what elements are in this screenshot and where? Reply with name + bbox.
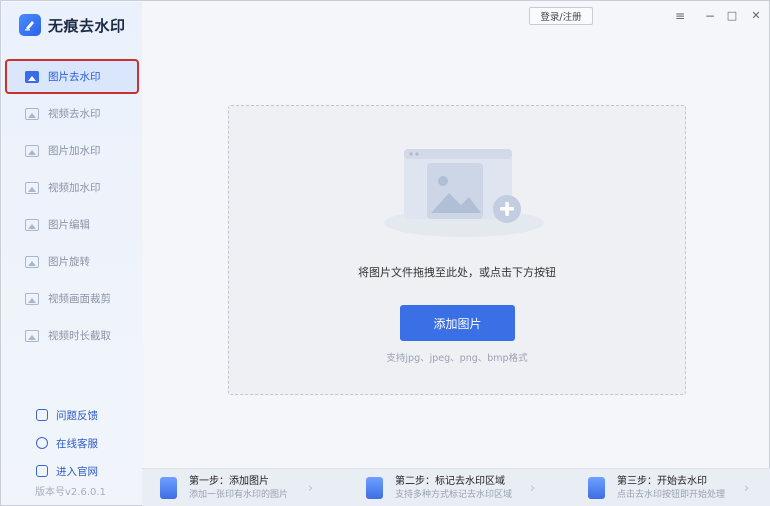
website-icon	[36, 465, 48, 477]
minimize-icon[interactable]: −	[702, 8, 718, 24]
step-title: 第一步：添加图片	[189, 476, 269, 487]
sidebar-item-label: 图片编辑	[48, 219, 90, 231]
brand: 无痕去水印	[19, 14, 126, 36]
app-window: 无痕去水印 图片去水印 视频去水印 图片加水印 视频加水印 图片编辑 图片旋转 …	[0, 0, 770, 506]
sidebar-item-video-trim[interactable]: 视频时长截取	[6, 319, 138, 352]
step-1: 第一步：添加图片 添加一张印有水印的图片	[160, 475, 288, 501]
feedback-link[interactable]: 问题反馈	[36, 401, 98, 429]
maximize-icon[interactable]: □	[724, 8, 740, 24]
step-title: 第三步：开始去水印	[617, 476, 707, 487]
sidebar-item-label: 图片旋转	[48, 256, 90, 268]
step-subtitle: 点击去水印按钮即开始处理	[617, 490, 726, 500]
sidebar-item-label: 图片去水印	[48, 71, 101, 83]
image-drop-zone[interactable]: 将图片文件拖拽至此处，或点击下方按钮 添加图片 支持jpg、jpeg、png、b…	[228, 105, 686, 395]
sidebar-item-image-rotate[interactable]: 图片旋转	[6, 245, 138, 278]
video-add-icon	[25, 181, 39, 194]
upload-illustration-icon	[384, 149, 544, 237]
close-icon[interactable]: ✕	[748, 8, 764, 24]
sidebar-item-video-remove-watermark[interactable]: 视频去水印	[6, 97, 138, 130]
video-crop-icon	[25, 292, 39, 305]
add-image-step-icon	[160, 477, 177, 499]
chevron-right-icon: ›	[530, 481, 536, 496]
video-trim-icon	[25, 329, 39, 342]
steps-bar: 第一步：添加图片 添加一张印有水印的图片 › 第二步：标记去水印区域 支持多种方…	[142, 468, 770, 506]
sidebar-item-image-edit[interactable]: 图片编辑	[6, 208, 138, 241]
support-icon	[36, 437, 48, 449]
sidebar-nav: 图片去水印 视频去水印 图片加水印 视频加水印 图片编辑 图片旋转 视频画面裁剪…	[2, 59, 142, 356]
video-icon	[25, 107, 39, 120]
sidebar-item-image-add-watermark[interactable]: 图片加水印	[6, 134, 138, 167]
sidebar-item-label: 视频画面裁剪	[48, 293, 111, 305]
step-subtitle: 添加一张印有水印的图片	[189, 490, 289, 500]
login-button[interactable]: 登录/注册	[529, 7, 593, 25]
title-bar: 登录/注册 ≡ − □ ✕	[142, 2, 770, 30]
chevron-right-icon: ›	[744, 481, 750, 496]
sidebar-item-label: 视频去水印	[48, 108, 101, 120]
sidebar-item-image-remove-watermark[interactable]: 图片去水印	[5, 59, 139, 94]
feedback-icon	[36, 409, 48, 421]
chevron-right-icon: ›	[308, 481, 314, 496]
support-label: 在线客服	[56, 437, 98, 450]
image-icon	[25, 70, 39, 83]
step-subtitle: 支持多种方式标记去水印区域	[395, 490, 513, 500]
step-title: 第二步：标记去水印区域	[395, 476, 505, 487]
image-add-icon	[25, 144, 39, 157]
version-label: 版本号v2.6.0.1	[35, 487, 106, 498]
step-2: 第二步：标记去水印区域 支持多种方式标记去水印区域	[366, 475, 512, 501]
sidebar-item-label: 视频时长截取	[48, 330, 111, 342]
sidebar-item-label: 图片加水印	[48, 145, 101, 157]
start-remove-step-icon	[588, 477, 605, 499]
sidebar-links: 问题反馈 在线客服 进入官网	[36, 401, 98, 485]
mark-area-step-icon	[366, 477, 383, 499]
feedback-label: 问题反馈	[56, 409, 98, 422]
image-rotate-icon	[25, 255, 39, 268]
website-label: 进入官网	[56, 465, 98, 478]
app-title: 无痕去水印	[48, 16, 126, 35]
app-logo-icon	[19, 14, 41, 36]
support-link[interactable]: 在线客服	[36, 429, 98, 457]
sidebar-item-video-add-watermark[interactable]: 视频加水印	[6, 171, 138, 204]
drop-hint-text: 将图片文件拖拽至此处，或点击下方按钮	[358, 266, 556, 279]
supported-formats-text: 支持jpg、jpeg、png、bmp格式	[386, 353, 528, 364]
step-3: 第三步：开始去水印 点击去水印按钮即开始处理	[588, 475, 725, 501]
menu-icon[interactable]: ≡	[672, 8, 688, 24]
image-edit-icon	[25, 218, 39, 231]
sidebar-item-video-crop[interactable]: 视频画面裁剪	[6, 282, 138, 315]
website-link[interactable]: 进入官网	[36, 457, 98, 485]
add-image-button[interactable]: 添加图片	[400, 305, 515, 341]
sidebar: 无痕去水印 图片去水印 视频去水印 图片加水印 视频加水印 图片编辑 图片旋转 …	[2, 2, 142, 505]
sidebar-item-label: 视频加水印	[48, 182, 101, 194]
